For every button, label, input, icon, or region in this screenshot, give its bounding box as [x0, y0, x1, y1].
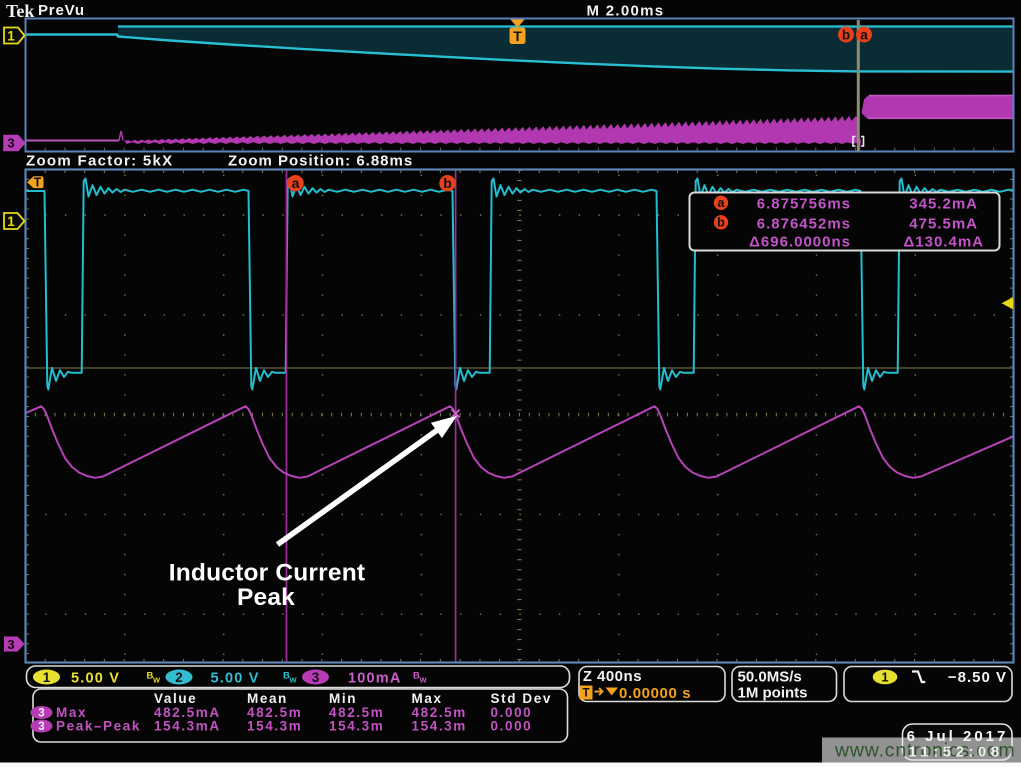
svg-text:0.00000 s: 0.00000 s	[619, 685, 691, 702]
svg-text:6.876452ms: 6.876452ms	[757, 215, 851, 232]
svg-text:b: b	[443, 175, 452, 191]
svg-text:3: 3	[7, 637, 14, 652]
svg-text:b: b	[717, 216, 725, 230]
svg-text:Δ696.0000ns: Δ696.0000ns	[749, 234, 851, 251]
svg-text:a: a	[292, 175, 300, 191]
svg-text:Peak: Peak	[237, 584, 295, 611]
svg-text:11:52:08: 11:52:08	[908, 744, 1003, 761]
svg-text:Zoom Factor: 5kX: Zoom Factor: 5kX	[26, 153, 174, 170]
svg-text:1: 1	[7, 29, 15, 44]
svg-text:Peak–Peak: Peak–Peak	[56, 719, 141, 734]
svg-text:154.3mA: 154.3mA	[154, 719, 221, 734]
svg-text:Std Dev: Std Dev	[491, 691, 552, 706]
svg-text:W: W	[153, 676, 161, 685]
svg-text:M 2.00ms: M 2.00ms	[587, 3, 665, 20]
svg-text:100mA: 100mA	[348, 671, 402, 687]
svg-text:345.2mA: 345.2mA	[909, 195, 978, 212]
svg-text:3: 3	[7, 136, 14, 151]
svg-text:Δ130.4mA: Δ130.4mA	[904, 234, 985, 251]
svg-text:Max: Max	[412, 691, 443, 706]
svg-text:Min: Min	[329, 691, 357, 706]
svg-text:50.0MS/s: 50.0MS/s	[738, 669, 802, 686]
svg-text:475.5mA: 475.5mA	[909, 215, 978, 232]
svg-text:b: b	[842, 28, 850, 43]
svg-text:W: W	[420, 676, 428, 685]
svg-text:154.3m: 154.3m	[412, 719, 467, 734]
svg-text:1: 1	[43, 670, 51, 685]
svg-text:400ns: 400ns	[597, 668, 642, 685]
svg-text:PreVu: PreVu	[38, 2, 85, 19]
svg-text:1M points: 1M points	[738, 685, 808, 702]
svg-text:−8.50 V: −8.50 V	[948, 669, 1007, 686]
svg-text:0.000: 0.000	[491, 719, 533, 734]
svg-text:T: T	[34, 176, 42, 190]
svg-text:1: 1	[7, 214, 15, 229]
svg-text:Zoom Position: 6.88ms: Zoom Position: 6.88ms	[228, 153, 413, 170]
svg-text:3: 3	[38, 721, 44, 733]
svg-text:154.3m: 154.3m	[329, 719, 384, 734]
svg-text:3: 3	[38, 708, 44, 720]
svg-text:Inductor Current: Inductor Current	[169, 560, 365, 587]
svg-text:154.3m: 154.3m	[247, 719, 302, 734]
svg-text:a: a	[860, 28, 868, 43]
svg-text:Mean: Mean	[247, 691, 288, 706]
svg-text:W: W	[290, 676, 298, 685]
svg-text:6.875756ms: 6.875756ms	[757, 195, 851, 212]
svg-text:T: T	[513, 28, 522, 44]
svg-text:5.00 V: 5.00 V	[211, 671, 260, 687]
svg-text:5.00 V: 5.00 V	[71, 671, 120, 687]
svg-text:Z: Z	[583, 669, 592, 685]
svg-text:Value: Value	[154, 691, 197, 706]
svg-text:T: T	[582, 688, 589, 700]
svg-text:3: 3	[312, 670, 320, 685]
svg-text:1: 1	[881, 670, 888, 685]
svg-text:a: a	[718, 196, 726, 210]
svg-text:2: 2	[175, 670, 183, 685]
